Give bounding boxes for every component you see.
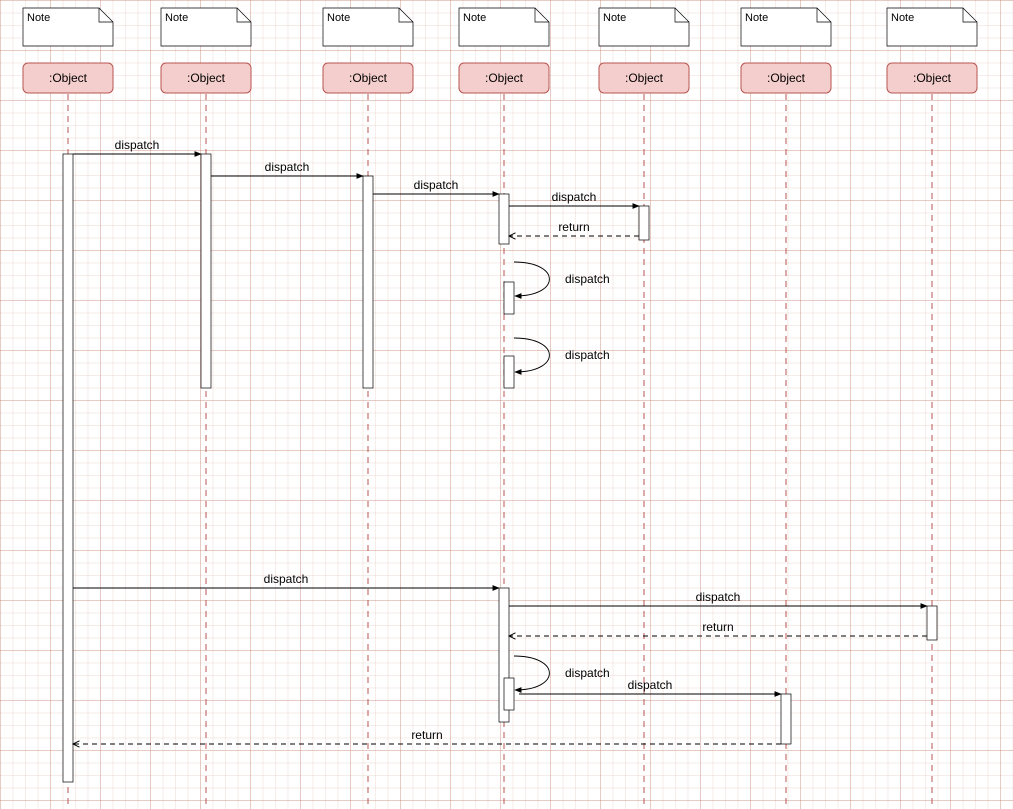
activation-bar[interactable] — [504, 282, 514, 314]
self-message-arrow[interactable] — [514, 656, 549, 690]
activation-bar[interactable] — [504, 356, 514, 388]
message-label: return — [558, 220, 589, 234]
activation-bar[interactable] — [504, 678, 514, 710]
message-label: dispatch — [414, 178, 459, 192]
note-label: Note — [463, 12, 486, 24]
message-label: dispatch — [628, 678, 673, 692]
message-label: dispatch — [565, 348, 610, 362]
message-label: dispatch — [264, 572, 309, 586]
activation-bar[interactable] — [499, 194, 509, 244]
message-label: dispatch — [565, 666, 610, 680]
activation-bar[interactable] — [201, 154, 211, 388]
sequence-diagram: Note :Object Note :Object Note :Object Note :Ob… — [0, 0, 1013, 809]
message-label: dispatch — [552, 190, 597, 204]
message-label: dispatch — [265, 160, 310, 174]
object-label: :Object — [187, 71, 226, 85]
object-label: :Object — [767, 71, 806, 85]
message-label: dispatch — [696, 590, 741, 604]
activation-bar[interactable] — [363, 176, 373, 388]
object-label: :Object — [49, 71, 88, 85]
object-label: :Object — [625, 71, 664, 85]
object-label: :Object — [349, 71, 388, 85]
note-label: Note — [745, 12, 768, 24]
activation-bar[interactable] — [63, 154, 73, 782]
message-label: dispatch — [565, 272, 610, 286]
self-message-arrow[interactable] — [514, 262, 549, 296]
note-label: Note — [603, 12, 626, 24]
note-label: Note — [327, 12, 350, 24]
object-label: :Object — [485, 71, 524, 85]
object-label: :Object — [913, 71, 952, 85]
message-label: return — [411, 728, 442, 742]
message-label: return — [702, 620, 733, 634]
self-message-arrow[interactable] — [514, 338, 549, 372]
note-label: Note — [891, 12, 914, 24]
activation-bar[interactable] — [781, 694, 791, 744]
message-label: dispatch — [115, 138, 160, 152]
note-label: Note — [27, 12, 50, 24]
activation-bar[interactable] — [639, 206, 649, 240]
note-label: Note — [165, 12, 188, 24]
activation-bar[interactable] — [927, 606, 937, 640]
